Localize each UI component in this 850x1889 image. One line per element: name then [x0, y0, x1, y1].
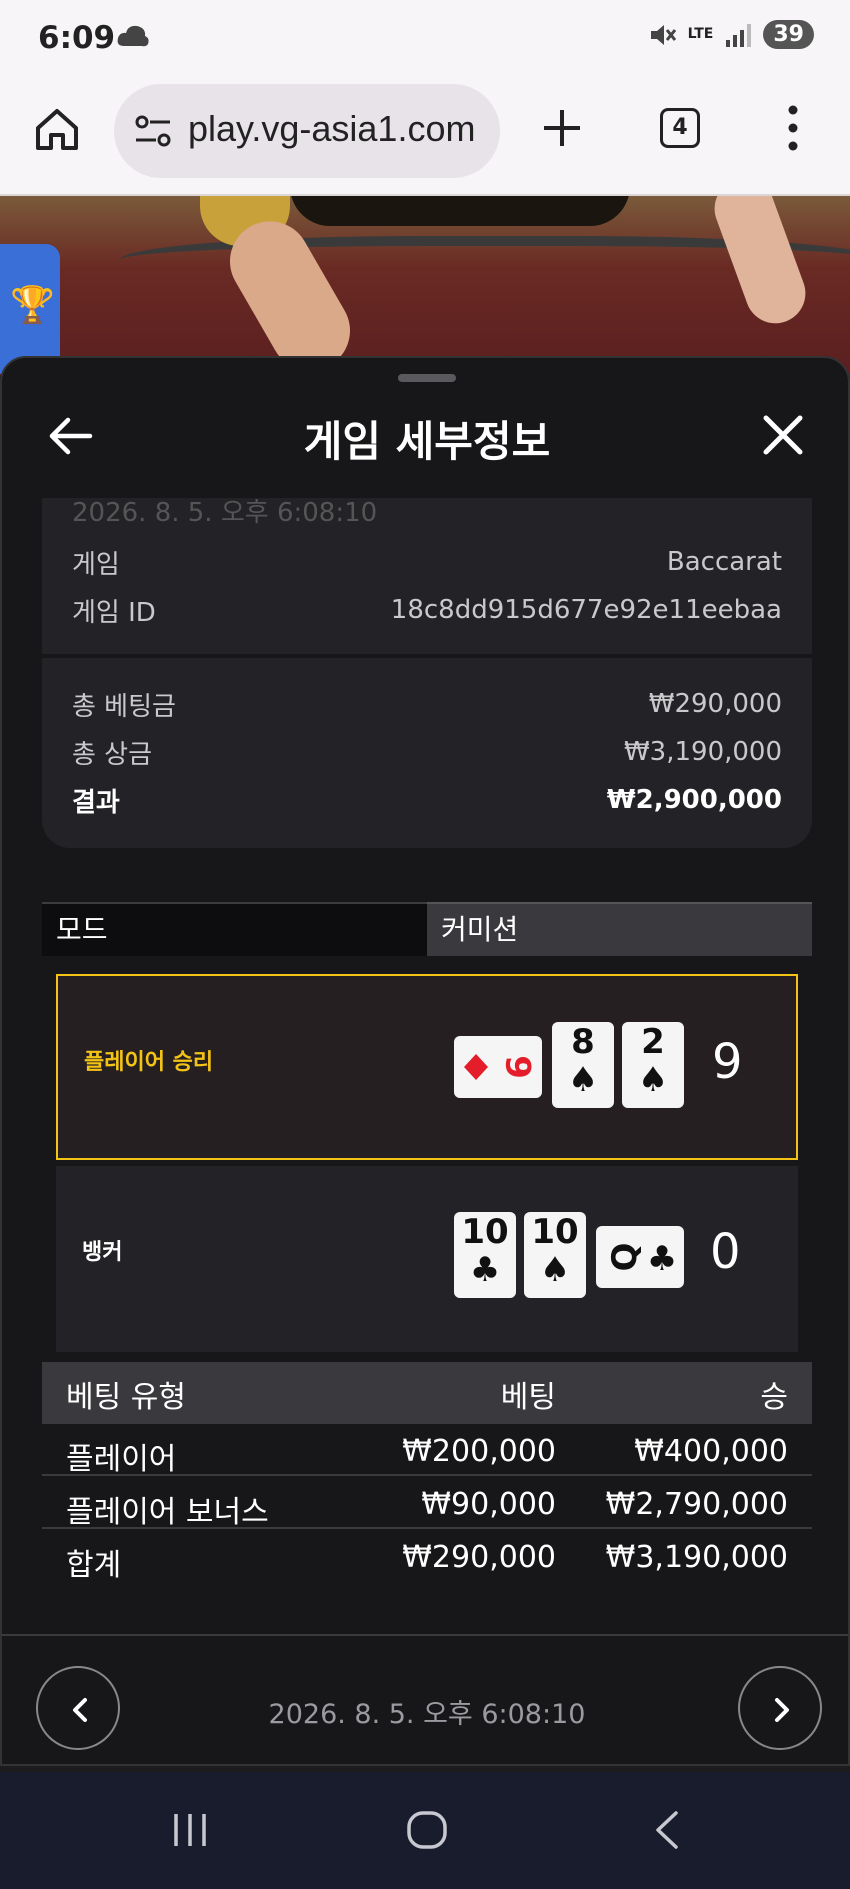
site-settings-icon[interactable] [134, 114, 172, 148]
game-label: 게임 [72, 549, 120, 580]
banker-card-3: Q ♣ [596, 1226, 684, 1288]
system-navigation-bar [0, 1772, 850, 1889]
more-menu-icon[interactable] [788, 104, 798, 152]
clock: 6:09 [38, 20, 116, 56]
win-amount-header: 승 [760, 1380, 788, 1415]
sheet-header: 게임 세부정보 [2, 394, 848, 484]
tab-switcher-button[interactable]: 4 [660, 108, 700, 148]
trophy-button[interactable]: 🏆 [0, 244, 60, 374]
bets-table-header: 베팅 유형 베팅 승 [42, 1362, 812, 1424]
sheet-footer: 2026. 8. 5. 오후 6:08:10 [2, 1634, 848, 1764]
game-value: Baccarat [666, 547, 782, 577]
mode-label: 모드 [42, 902, 427, 956]
game-row: 게임 Baccarat [72, 542, 782, 582]
mute-icon [650, 24, 676, 45]
game-id-row: 게임 ID 18c8dd915d677e92e11eebaa [72, 590, 782, 630]
win-amount: ₩400,000 [634, 1434, 788, 1469]
bet-amount: ₩290,000 [402, 1540, 556, 1575]
player-result: 플레이어 승리 6 8 ♠ 2 ♠ 9 [56, 974, 798, 1160]
battery-indicator: 39 [763, 20, 814, 49]
total-prize-label: 총 상금 [72, 739, 153, 770]
result-value: ₩2,900,000 [606, 785, 782, 815]
network-type: LTE [687, 26, 714, 42]
banker-card-2: 10 ♠ [524, 1212, 586, 1298]
next-round-button[interactable] [738, 1666, 822, 1750]
result-label: 결과 [72, 787, 120, 818]
player-score: 9 [712, 1034, 743, 1090]
bet-type: 플레이어 [66, 1442, 177, 1477]
svg-text:♣: ♣ [647, 1239, 677, 1279]
total-prize-row: 총 상금 ₩3,190,000 [72, 732, 782, 772]
chevron-right-icon [775, 1698, 789, 1722]
mode-row: 모드 커미션 [42, 902, 812, 956]
totals-card: 총 베팅금 ₩290,000 총 상금 ₩3,190,000 결과 ₩2,900… [42, 658, 812, 848]
total-prize-value: ₩3,190,000 [623, 737, 782, 767]
trophy-icon: 🏆 [10, 285, 55, 326]
game-id-value: 18c8dd915d677e92e11eebaa [390, 595, 782, 625]
cloud-sync-icon [117, 25, 149, 47]
sheet-title: 게임 세부정보 [303, 417, 551, 466]
signal-icon [726, 23, 752, 47]
home-nav-icon[interactable] [406, 1810, 448, 1850]
banker-label: 뱅커 [82, 1240, 123, 1265]
six-of-diamonds-card: 6 [464, 1054, 540, 1080]
mode-value: 커미션 [427, 902, 812, 956]
total-bet-label: 총 베팅금 [72, 691, 176, 722]
url-text: play.vg-asia1.com [188, 108, 476, 149]
queen-of-clubs-card: Q ♣ [605, 1239, 677, 1279]
table-row-total: 합계 ₩290,000 ₩3,190,000 [42, 1530, 812, 1583]
banker-score: 0 [710, 1224, 741, 1280]
game-details-sheet: 게임 세부정보 2026. 8. 5. 오후 6:08:10 게임 Baccar… [0, 356, 850, 1766]
player-win-label: 플레이어 승리 [84, 1050, 214, 1075]
bet-amount: ₩90,000 [421, 1487, 556, 1522]
player-card-3: 2 ♠ [622, 1022, 684, 1108]
banker-result: 뱅커 10 ♣ 10 ♠ Q ♣ 0 [56, 1166, 798, 1352]
bet-type-header: 베팅 유형 [66, 1380, 186, 1415]
player-card-1: 6 [454, 1036, 542, 1098]
address-bar[interactable]: play.vg-asia1.com [114, 84, 500, 178]
live-video-background [0, 196, 850, 376]
home-icon[interactable] [34, 106, 80, 152]
total-bet-value: ₩290,000 [648, 689, 782, 719]
new-tab-icon[interactable] [540, 106, 584, 150]
round-datetime: 2026. 8. 5. 오후 6:08:10 [268, 1699, 586, 1730]
svg-text:Q: Q [605, 1243, 645, 1272]
status-bar: 6:09 LTE 39 [0, 0, 850, 78]
faded-datetime: 2026. 8. 5. 오후 6:08:10 [72, 498, 378, 528]
close-icon[interactable] [760, 412, 806, 458]
total-bet-row: 총 베팅금 ₩290,000 [72, 684, 782, 724]
bet-type: 합계 [66, 1548, 122, 1583]
recent-apps-icon[interactable] [170, 1810, 210, 1850]
bet-type: 플레이어 보너스 [66, 1495, 269, 1530]
result-row: 결과 ₩2,900,000 [72, 780, 782, 820]
svg-text:6: 6 [500, 1055, 540, 1079]
drag-handle[interactable] [398, 374, 456, 382]
player-card-2: 8 ♠ [552, 1022, 614, 1108]
back-nav-icon[interactable] [652, 1810, 682, 1850]
game-id-label: 게임 ID [72, 597, 156, 628]
win-amount: ₩3,190,000 [605, 1540, 788, 1575]
game-info-card: 2026. 8. 5. 오후 6:08:10 게임 Baccarat 게임 ID… [42, 498, 812, 654]
banker-card-1: 10 ♣ [454, 1212, 516, 1298]
table-row: 플레이어 ₩200,000 ₩400,000 [42, 1424, 812, 1477]
table-row: 플레이어 보너스 ₩90,000 ₩2,790,000 [42, 1477, 812, 1530]
browser-toolbar: play.vg-asia1.com 4 [0, 78, 850, 196]
bet-amount: ₩200,000 [402, 1434, 556, 1469]
bet-amount-header: 베팅 [500, 1380, 556, 1415]
win-amount: ₩2,790,000 [605, 1487, 788, 1522]
